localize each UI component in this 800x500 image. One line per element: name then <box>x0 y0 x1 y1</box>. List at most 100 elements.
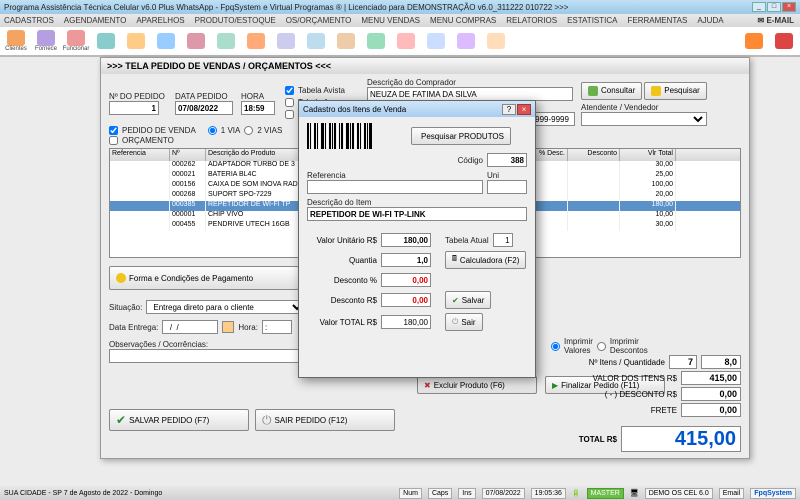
num-pedido-input[interactable] <box>109 101 159 115</box>
dr-input[interactable] <box>381 293 431 307</box>
imp-desc-radio[interactable] <box>597 342 606 351</box>
tbtn-10[interactable] <box>272 28 300 54</box>
vu-input[interactable] <box>381 233 431 247</box>
menu-agendamento[interactable]: AGENDAMENTO <box>64 16 127 25</box>
tbtn-funcionar[interactable]: Funcionar <box>62 28 90 54</box>
monitor-icon: 🖥 <box>630 489 639 497</box>
menu-relatorios[interactable]: RELATORIOS <box>506 16 557 25</box>
salvar-pedido-button[interactable]: ✔SALVAR PEDIDO (F7) <box>109 409 249 431</box>
vt-input[interactable] <box>381 315 431 329</box>
menu-os[interactable]: OS/ORÇAMENTO <box>286 16 352 25</box>
situacao-select[interactable]: Entrega direto para o cliente <box>146 300 306 314</box>
hora2-input[interactable] <box>262 320 292 334</box>
tbtn-8[interactable] <box>212 28 240 54</box>
close-button[interactable]: × <box>782 2 796 12</box>
tbtn-15[interactable] <box>422 28 450 54</box>
tbtn-6[interactable] <box>152 28 180 54</box>
tbtn-14[interactable] <box>392 28 420 54</box>
menu-vendas[interactable]: MENU VENDAS <box>361 16 420 25</box>
imp-desc-label: Imprimir Descontos <box>610 337 648 355</box>
desc-comp-input[interactable] <box>367 87 573 101</box>
menu-estatistica[interactable]: ESTATISTICA <box>567 16 617 25</box>
tbtn-9[interactable] <box>242 28 270 54</box>
tbtn-13[interactable] <box>362 28 390 54</box>
hora-input[interactable] <box>241 101 275 115</box>
dialog-sair-button[interactable]: ⏻Sair <box>445 313 483 331</box>
pedido-venda-check[interactable] <box>109 126 118 135</box>
num-pedido-label: Nº DO PEDIDO <box>109 92 171 101</box>
frete-label: FRETE <box>551 406 677 415</box>
tabela-avista-check[interactable] <box>285 86 294 95</box>
data-pedido-input[interactable] <box>175 101 233 115</box>
codigo-input[interactable] <box>487 153 527 167</box>
hora-label: HORA <box>241 92 279 101</box>
dialog-help-button[interactable]: ? <box>502 104 516 115</box>
sair-pedido-button[interactable]: ⏻SAIR PEDIDO (F12) <box>255 409 395 431</box>
valor-label: VALOR DOS ITENS R$ <box>551 374 677 383</box>
maximize-button[interactable]: □ <box>767 2 781 12</box>
tbtn-16[interactable] <box>452 28 480 54</box>
menu-compras[interactable]: MENU COMPRAS <box>430 16 496 25</box>
menu-ajuda[interactable]: AJUDA <box>697 16 723 25</box>
data-entrega-label: Data Entrega: <box>109 323 158 332</box>
total-label: TOTAL R$ <box>551 435 617 444</box>
menu-produto[interactable]: PRODUTO/ESTOQUE <box>195 16 276 25</box>
titlebar: Programa Assistência Técnica Celular v6.… <box>0 0 800 14</box>
pesquisar-button[interactable]: Pesquisar <box>644 82 707 100</box>
menu-ferramentas[interactable]: FERRAMENTAS <box>627 16 687 25</box>
tbtn-7[interactable] <box>182 28 210 54</box>
tbtn-5[interactable] <box>122 28 150 54</box>
calendar-icon[interactable] <box>222 321 234 333</box>
calc-button[interactable]: 🖩Calculadora (F2) <box>445 251 526 269</box>
totals-box: Imprimir Valores Imprimir Descontos Nº I… <box>551 338 741 454</box>
qt-label: Quantia <box>307 256 377 265</box>
tabela-aprazo-check[interactable] <box>285 98 294 107</box>
tbtn-11[interactable] <box>302 28 330 54</box>
desc-item-input[interactable] <box>307 207 527 221</box>
tbtn-12[interactable] <box>332 28 360 54</box>
itens-q: 8,0 <box>701 355 741 369</box>
excluir-produto-button[interactable]: ✖Excluir Produto (F6) <box>417 376 537 394</box>
tbtn-exit[interactable] <box>770 28 798 54</box>
menu-aparelhos[interactable]: APARELHOS <box>136 16 184 25</box>
ref-input[interactable] <box>307 180 483 194</box>
forma-pagamento-button[interactable]: Forma e Condições de Pagamento <box>109 266 299 290</box>
valor-value: 415,00 <box>681 371 741 385</box>
panel-title: >>> TELA PEDIDO DE VENDAS / ORÇAMENTOS <… <box>101 58 749 74</box>
window-buttons: _ □ × <box>752 2 796 12</box>
consultar-button[interactable]: Consultar <box>581 82 642 100</box>
data-entrega-input[interactable] <box>162 320 218 334</box>
power-icon: ⏻ <box>452 317 458 327</box>
status-demo: DEMO OS CEL 6.0 <box>645 488 713 499</box>
imp-val-radio[interactable] <box>551 342 560 351</box>
pesquisar-produtos-button[interactable]: Pesquisar PRODUTOS <box>411 127 511 145</box>
ref-label: Referencia <box>307 171 483 180</box>
tbtn-17[interactable] <box>482 28 510 54</box>
tbtn-4[interactable] <box>92 28 120 54</box>
tbtn-suporte[interactable] <box>740 28 768 54</box>
atendente-label: Atendente / Vendedor <box>581 103 711 112</box>
dialog-close-button[interactable]: × <box>517 104 531 115</box>
qt-input[interactable] <box>381 253 431 267</box>
desc-value: 0,00 <box>681 387 741 401</box>
tbtn-fornece[interactable]: Fornece <box>32 28 60 54</box>
tbtn-clientes[interactable]: Clientes <box>2 28 30 54</box>
binocular-icon <box>651 86 661 96</box>
desc-comp-label: Descrição do Comprador <box>367 78 577 87</box>
dp-input[interactable] <box>381 273 431 287</box>
tabela-input[interactable] <box>493 233 513 247</box>
duas-vias-radio[interactable] <box>244 126 253 135</box>
minimize-button[interactable]: _ <box>752 2 766 12</box>
status-locale: SUA CIDADE - SP 7 de Agosto de 2022 - Do… <box>4 490 162 497</box>
barcode-icon <box>307 123 397 149</box>
uma-via-radio[interactable] <box>208 126 217 135</box>
atendente-select[interactable] <box>581 112 707 126</box>
uni-input[interactable] <box>487 180 527 194</box>
status-master: MASTER <box>587 488 624 499</box>
menu-cadastros[interactable]: CADASTROS <box>4 16 54 25</box>
menu-email[interactable]: ✉ E-MAIL <box>758 16 795 25</box>
orcamento-check[interactable] <box>109 136 118 145</box>
status-num: Num <box>399 488 422 499</box>
tabela-atacado-check[interactable] <box>285 110 294 119</box>
dialog-salvar-button[interactable]: ✔Salvar <box>445 291 491 309</box>
